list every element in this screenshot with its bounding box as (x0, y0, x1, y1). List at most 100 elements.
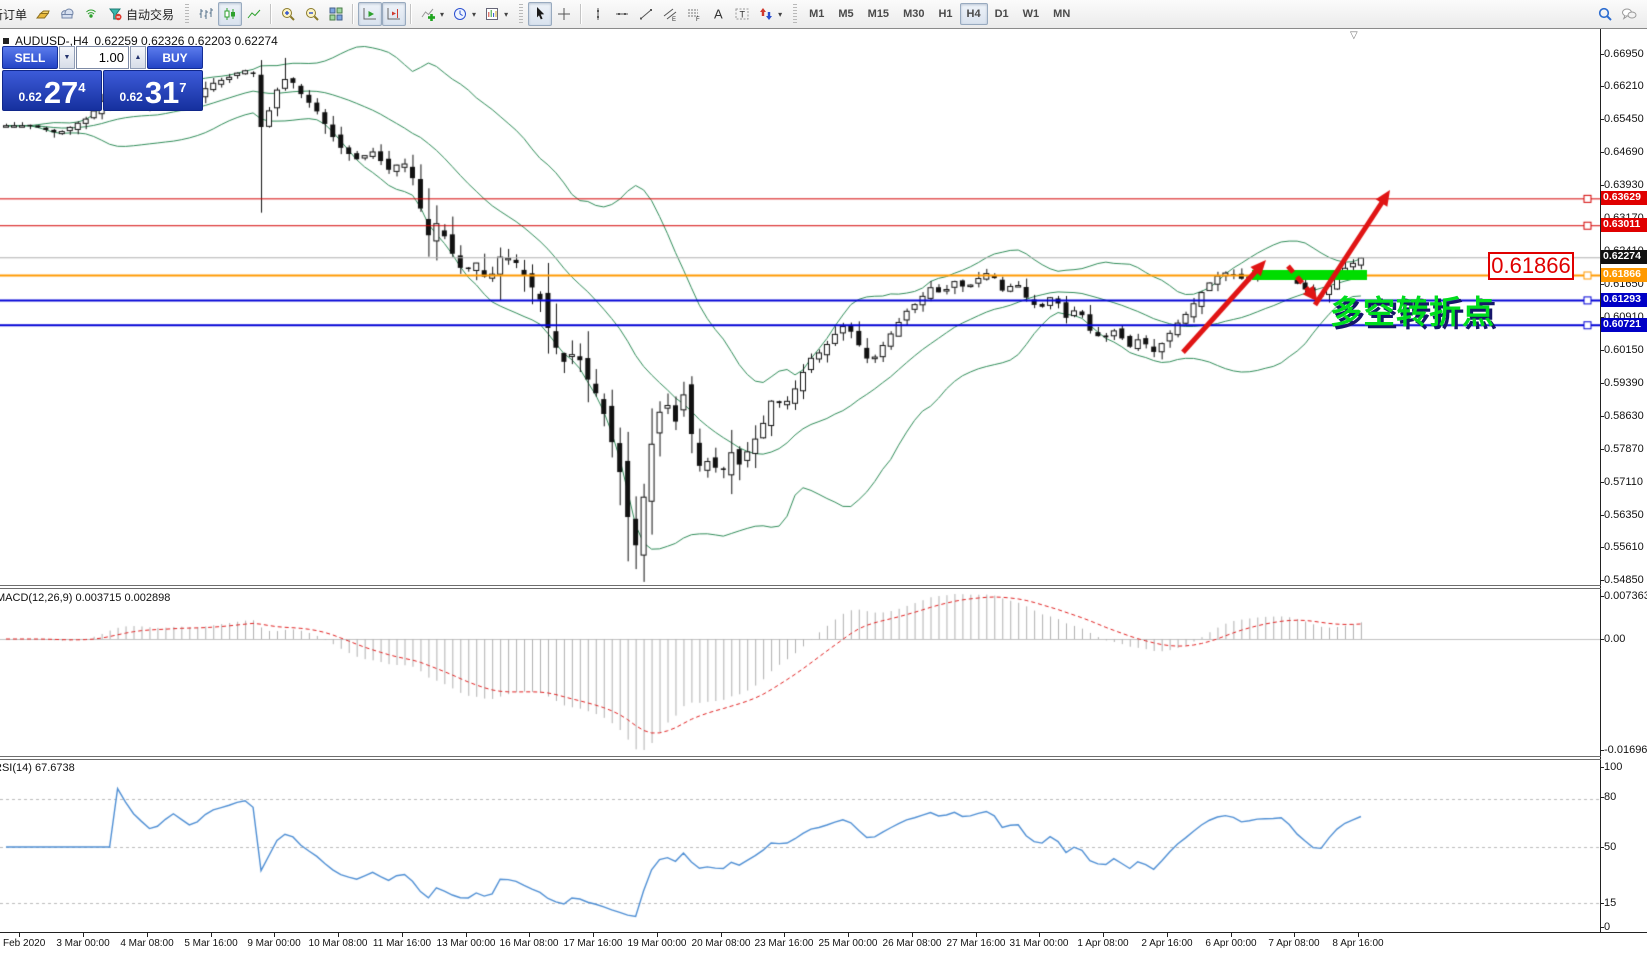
volume-input[interactable] (76, 46, 129, 69)
time-tick-mark (1167, 933, 1168, 937)
zoom-out-button[interactable] (300, 2, 324, 26)
level-price-badge: 0.61293 (1601, 293, 1647, 307)
time-tick-label: 19 Mar 00:00 (628, 938, 687, 949)
pane-separator[interactable] (0, 588, 1647, 589)
new-order-button-label: 新订单 (0, 6, 27, 23)
arrows-button[interactable]: ▾ (754, 2, 786, 26)
pane-separator[interactable] (0, 759, 1647, 760)
search-button[interactable] (1593, 2, 1617, 26)
gold-bar-button[interactable] (31, 2, 55, 26)
time-tick-mark (19, 933, 20, 937)
line-chart-button[interactable] (242, 2, 266, 26)
one-click-trading-panel: SELL ▼ ▲ BUY 0.62 27 4 0.62 31 7 (2, 46, 203, 111)
indicator-tick-label: 0.007363 (1604, 590, 1647, 602)
text-button[interactable]: A (706, 2, 730, 26)
volume-decrease-button[interactable]: ▼ (59, 46, 75, 69)
time-axis[interactable]: Feb 20203 Mar 00:004 Mar 08:005 Mar 16:0… (0, 933, 1647, 954)
time-tick-mark (1294, 933, 1295, 937)
bar-chart-button[interactable] (194, 2, 218, 26)
current-price-badge: 0.62274 (1601, 250, 1647, 264)
tile-windows-button[interactable] (324, 2, 348, 26)
time-tick-label: 13 Mar 00:00 (437, 938, 496, 949)
sell-price-big: 27 (44, 79, 78, 107)
templates-button[interactable]: ▾ (480, 2, 512, 26)
trendline-button[interactable] (634, 2, 658, 26)
time-tick-mark (147, 933, 148, 937)
timeframe-M1-label: M1 (809, 8, 824, 20)
timeframe-M15[interactable]: M15 (861, 3, 896, 25)
volume-increase-button[interactable]: ▲ (130, 46, 146, 69)
toolbar-right (1593, 2, 1641, 26)
indicators-button[interactable]: ▾ (416, 2, 448, 26)
svg-text:F: F (696, 17, 700, 22)
timeframe-W1[interactable]: W1 (1016, 3, 1047, 25)
price-callout[interactable]: 0.61866 (1488, 252, 1574, 280)
buy-price-sup: 7 (179, 80, 186, 95)
timeframe-MN[interactable]: MN (1046, 3, 1077, 25)
horizontal-line-button[interactable] (610, 2, 634, 26)
new-order-button[interactable]: 新订单 (0, 2, 31, 26)
zoom-in-button[interactable] (276, 2, 300, 26)
toolbar-handle[interactable] (185, 4, 189, 24)
macd-label: MACD(12,26,9) 0.003715 0.002898 (0, 592, 170, 604)
toolbar-separator (580, 4, 582, 24)
svg-text:T: T (740, 10, 746, 20)
timeframe-H4[interactable]: H4 (960, 3, 988, 25)
dropdown-caret-icon[interactable]: ▾ (504, 10, 508, 19)
sell-price[interactable]: 0.62 27 4 (2, 70, 102, 111)
sell-button[interactable]: SELL (2, 46, 58, 69)
metaeditor-button[interactable] (55, 2, 79, 26)
timeframe-D1[interactable]: D1 (988, 3, 1016, 25)
toolbar-handle[interactable] (519, 4, 523, 24)
periods-button[interactable]: ▾ (448, 2, 480, 26)
price-chart-canvas[interactable] (0, 28, 1600, 933)
time-tick-mark (784, 933, 785, 937)
time-tick-label: 5 Mar 16:00 (184, 938, 237, 949)
timeframe-H4-label: H4 (967, 8, 981, 20)
toolbar-separator (352, 4, 354, 24)
dropdown-caret-icon[interactable]: ▾ (440, 10, 444, 19)
dropdown-caret-icon[interactable]: ▾ (472, 10, 476, 19)
timeframe-W1-label: W1 (1023, 8, 1040, 20)
pane-separator[interactable] (0, 585, 1647, 586)
chat-button[interactable] (1617, 2, 1641, 26)
time-tick-label: 26 Mar 08:00 (883, 938, 942, 949)
time-tick-label: 23 Mar 16:00 (755, 938, 814, 949)
autotrading-button[interactable]: 自动交易 (103, 2, 178, 26)
sell-price-base: 0.62 (18, 90, 41, 104)
time-tick-label: 11 Mar 16:00 (373, 938, 431, 949)
timeframe-M1[interactable]: M1 (802, 3, 831, 25)
vertical-line-button[interactable] (586, 2, 610, 26)
signal-button[interactable] (79, 2, 103, 26)
timeframe-M15-label: M15 (868, 8, 889, 20)
candlestick-chart-button[interactable] (218, 2, 242, 26)
equidistant-channel-button[interactable]: E (658, 2, 682, 26)
cursor-button[interactable] (528, 2, 552, 26)
price-tick-label: 0.58630 (1604, 410, 1644, 422)
sell-price-sup: 4 (78, 80, 85, 95)
mt4-terminal: { "toolbar": { "groups": [ {"type":"item… (0, 0, 1647, 954)
dropdown-caret-icon[interactable]: ▾ (778, 10, 782, 19)
time-tick-mark (593, 933, 594, 937)
chart-shift-marker[interactable]: ▽ (1350, 30, 1358, 41)
annotation-text[interactable]: 多空转折点 (1330, 287, 1495, 333)
timeframe-M30[interactable]: M30 (896, 3, 931, 25)
timeframe-H1[interactable]: H1 (931, 3, 959, 25)
auto-scroll-button[interactable] (358, 2, 382, 26)
time-tick-label: Feb 2020 (3, 938, 45, 949)
text-label-button[interactable]: T (730, 2, 754, 26)
toolbar-separator (410, 4, 412, 24)
buy-price[interactable]: 0.62 31 7 (103, 70, 203, 111)
buy-button[interactable]: BUY (147, 46, 203, 69)
chart-shift-button[interactable] (382, 2, 406, 26)
price-tick-label: 0.64690 (1604, 146, 1644, 158)
crosshair-button[interactable] (552, 2, 576, 26)
price-axis[interactable]: 0.669500.662100.654500.646900.639300.631… (1601, 29, 1647, 932)
fibonacci-button[interactable]: F (682, 2, 706, 26)
time-tick-mark (338, 933, 339, 937)
pane-separator[interactable] (0, 756, 1647, 757)
toolbar-handle[interactable] (793, 4, 797, 24)
price-tick-label: 0.56350 (1604, 509, 1644, 521)
price-tick-label: 0.59390 (1604, 377, 1644, 389)
timeframe-M5[interactable]: M5 (831, 3, 860, 25)
